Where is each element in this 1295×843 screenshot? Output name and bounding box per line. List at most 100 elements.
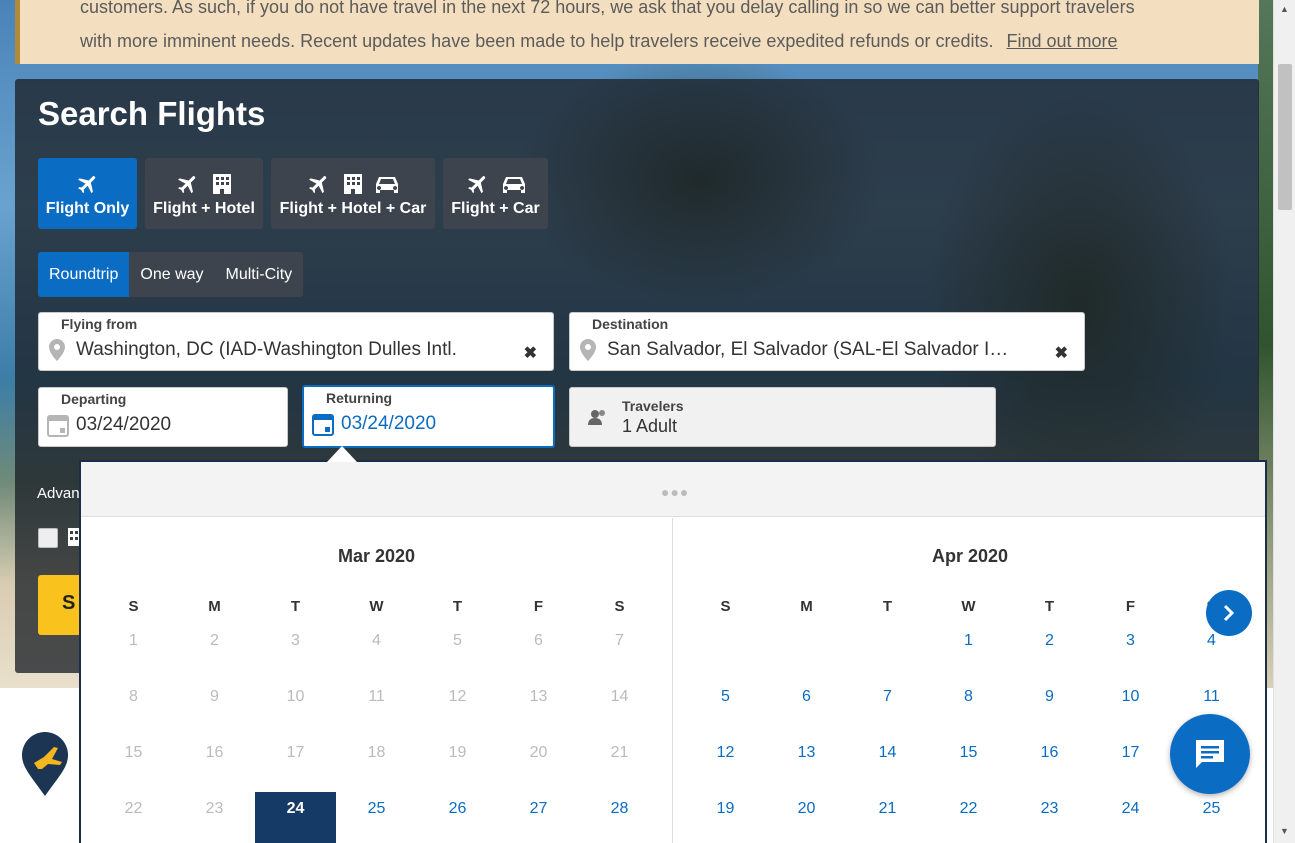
day-button[interactable]: 1 xyxy=(928,632,1009,688)
day-button[interactable]: 2 xyxy=(1009,632,1090,688)
tab-flight-car[interactable]: Flight + Car xyxy=(443,158,548,229)
drag-dots-icon: ●●● xyxy=(661,484,690,500)
weekday-label: T xyxy=(290,598,301,615)
advanced-options-link[interactable]: Advan xyxy=(37,485,80,502)
travelers-field[interactable]: Travelers 1 Adult xyxy=(569,387,996,447)
alert-text: customers. As such, if you do not have t… xyxy=(80,0,1220,58)
day-button[interactable]: 24 xyxy=(1090,800,1171,843)
weekday-label: F xyxy=(533,598,544,615)
empty-day xyxy=(847,632,928,688)
site-logo-icon xyxy=(22,732,68,796)
returning-label: Returning xyxy=(326,390,393,406)
date-picker-handle[interactable]: ●●● xyxy=(81,462,1265,517)
flying-from-label: Flying from xyxy=(61,316,138,332)
clear-from-icon[interactable]: ✖ xyxy=(524,343,537,363)
departing-field[interactable]: Departing 03/24/2020 xyxy=(38,387,288,447)
plane-icon xyxy=(178,175,196,193)
day-button[interactable]: 19 xyxy=(685,800,766,843)
flying-from-field[interactable]: Flying from Washington, DC (IAD-Washingt… xyxy=(38,312,554,371)
weekday-label: S xyxy=(128,598,139,615)
day-button[interactable]: 20 xyxy=(766,800,847,843)
week-row: 1 2 3 4 5 6 7 xyxy=(93,632,660,688)
page-scrollbar[interactable]: ▲ ▼ xyxy=(1273,0,1295,843)
week-row: 1234 xyxy=(685,632,1252,688)
trip-type-tabs: Roundtrip One way Multi-City xyxy=(38,252,304,297)
destination-field[interactable]: Destination San Salvador, El Salvador (S… xyxy=(569,312,1085,371)
day-button[interactable]: 25 xyxy=(1171,800,1252,843)
tab-one-way[interactable]: One way xyxy=(129,252,214,297)
day-button[interactable]: 17 xyxy=(1090,744,1171,800)
day-button[interactable]: 23 xyxy=(1009,800,1090,843)
clear-destination-icon[interactable]: ✖ xyxy=(1055,343,1068,363)
calendar-icon xyxy=(312,414,334,436)
month-april: Apr 2020 SMTWTFS123456789101112131415161… xyxy=(674,518,1266,843)
travelers-label: Travelers xyxy=(622,398,684,414)
alert-banner: customers. As such, if you do not have t… xyxy=(15,0,1259,64)
week-row: 5 6 7 8 9 10 11 xyxy=(685,688,1252,744)
weekday-label: W xyxy=(961,598,976,615)
weekday-label: W xyxy=(369,598,384,615)
next-month-button[interactable] xyxy=(1206,590,1252,636)
tab-flight-only[interactable]: Flight Only xyxy=(38,158,137,229)
month-title: Apr 2020 xyxy=(931,546,1009,566)
day-disabled: 9 xyxy=(210,688,219,705)
day-button[interactable]: 3 xyxy=(1090,632,1171,688)
weekday-label: T xyxy=(452,598,463,615)
weekday-label: M xyxy=(208,598,221,615)
day-disabled: 15 xyxy=(124,744,143,761)
search-title: Search Flights xyxy=(38,95,266,132)
empty-day xyxy=(766,632,847,688)
day-button[interactable]: 9 xyxy=(1009,688,1090,744)
day-button[interactable]: 4 xyxy=(1171,632,1252,688)
day-disabled: 3 xyxy=(291,632,300,649)
plane-icon xyxy=(309,175,327,193)
day-button[interactable]: 15 xyxy=(928,744,1009,800)
day-disabled: 2 xyxy=(210,632,219,649)
day-selected[interactable]: 24 xyxy=(255,792,336,843)
returning-field[interactable]: Returning 03/24/2020 xyxy=(302,385,555,448)
destination-label: Destination xyxy=(592,316,669,332)
option-checkbox[interactable] xyxy=(38,528,58,548)
tab-label: Flight + Hotel xyxy=(153,199,255,217)
day-disabled: 5 xyxy=(453,632,462,649)
find-out-more-link[interactable]: Find out more xyxy=(1007,31,1118,51)
car-icon xyxy=(502,176,525,193)
day-button[interactable]: 21 xyxy=(847,800,928,843)
day-button[interactable]: 10 xyxy=(1090,688,1171,744)
day-disabled: 14 xyxy=(610,688,629,705)
scroll-thumb[interactable] xyxy=(1278,64,1292,210)
returning-value: 03/24/2020 xyxy=(341,413,437,434)
location-pin-icon xyxy=(580,339,596,361)
month-march: Mar 2020 S M T W T F S 1 2 3 4 5 6 7 8 9 10 11 12 13 14 15 16 1… xyxy=(81,518,673,843)
tab-flight-hotel-car[interactable]: Flight + Hotel + Car xyxy=(271,158,435,229)
day-button[interactable]: 8 xyxy=(928,688,1009,744)
day-disabled: 4 xyxy=(372,632,381,649)
day-button[interactable]: 28 xyxy=(579,800,660,843)
tab-roundtrip[interactable]: Roundtrip xyxy=(38,252,130,297)
plane-icon xyxy=(467,175,485,193)
scroll-up-icon[interactable]: ▲ xyxy=(1280,4,1289,14)
scroll-down-icon[interactable]: ▼ xyxy=(1280,826,1289,836)
day-button[interactable]: 13 xyxy=(766,744,847,800)
day-button[interactable]: 22 xyxy=(928,800,1009,843)
day-disabled: 22 xyxy=(124,800,143,817)
day-button[interactable]: 5 xyxy=(685,688,766,744)
week-row: 19 20 21 22 23 24 25 xyxy=(685,800,1252,843)
day-button[interactable]: 16 xyxy=(1009,744,1090,800)
weekday-label: S xyxy=(614,598,625,615)
day-button[interactable]: 7 xyxy=(847,688,928,744)
tab-flight-hotel[interactable]: Flight + Hotel xyxy=(145,158,263,229)
tab-multi-city[interactable]: Multi-City xyxy=(215,252,304,297)
day-button[interactable]: 14 xyxy=(847,744,928,800)
day-button[interactable]: 27 xyxy=(498,800,579,843)
weekday-label: F xyxy=(1125,598,1136,615)
day-button[interactable]: 6 xyxy=(766,688,847,744)
day-button[interactable]: 26 xyxy=(417,800,498,843)
day-disabled: 7 xyxy=(615,632,624,649)
day-button[interactable]: 12 xyxy=(685,744,766,800)
alert-line-2: with more imminent needs. Recent updates… xyxy=(80,31,994,51)
date-picker: ●●● Mar 2020 S M T W T F S 1 2 3 4 5 6 7 8 9 10 11 12 13 14 1… xyxy=(79,460,1267,843)
weekday-label: T xyxy=(1044,598,1055,615)
day-button[interactable]: 25 xyxy=(336,800,417,843)
chat-button[interactable] xyxy=(1170,714,1250,794)
